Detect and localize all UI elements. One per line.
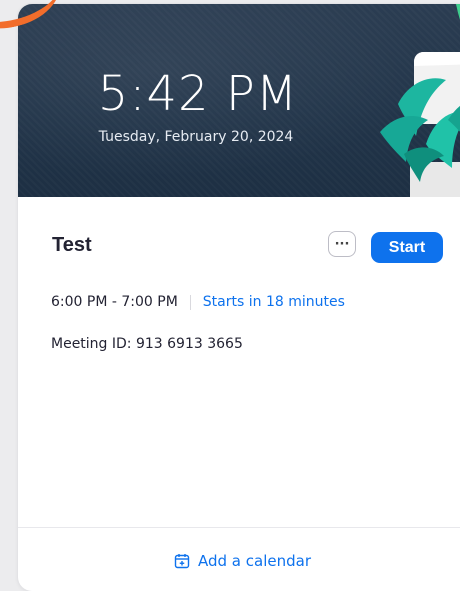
app-window: 5:42 PM Tuesday, February 20, 2024 Test … <box>0 0 460 591</box>
clock-banner: 5:42 PM Tuesday, February 20, 2024 <box>18 4 460 197</box>
starts-in-countdown: Starts in 18 minutes <box>202 294 345 310</box>
calendar-add-icon <box>174 554 190 569</box>
current-date: Tuesday, February 20, 2024 <box>98 129 294 145</box>
start-meeting-button[interactable]: Start <box>371 232 443 263</box>
meeting-id: Meeting ID: 913 6913 3665 <box>51 336 243 352</box>
time-separator <box>189 294 191 310</box>
meeting-time-row: 6:00 PM - 7:00 PM Starts in 18 minutes <box>51 294 345 310</box>
meeting-time-range: 6:00 PM - 7:00 PM <box>51 294 178 310</box>
more-options-icon: ··· <box>334 236 350 252</box>
upcoming-meetings-card: 5:42 PM Tuesday, February 20, 2024 Test … <box>18 4 460 591</box>
add-calendar-label: Add a calendar <box>198 552 311 570</box>
plant-illustration <box>380 4 460 197</box>
meeting-title: Test <box>52 234 92 256</box>
add-calendar-link[interactable]: Add a calendar <box>174 552 311 570</box>
more-options-button[interactable]: ··· <box>328 231 356 257</box>
current-time: 5:42 PM <box>97 66 299 122</box>
footer-divider <box>18 527 460 528</box>
